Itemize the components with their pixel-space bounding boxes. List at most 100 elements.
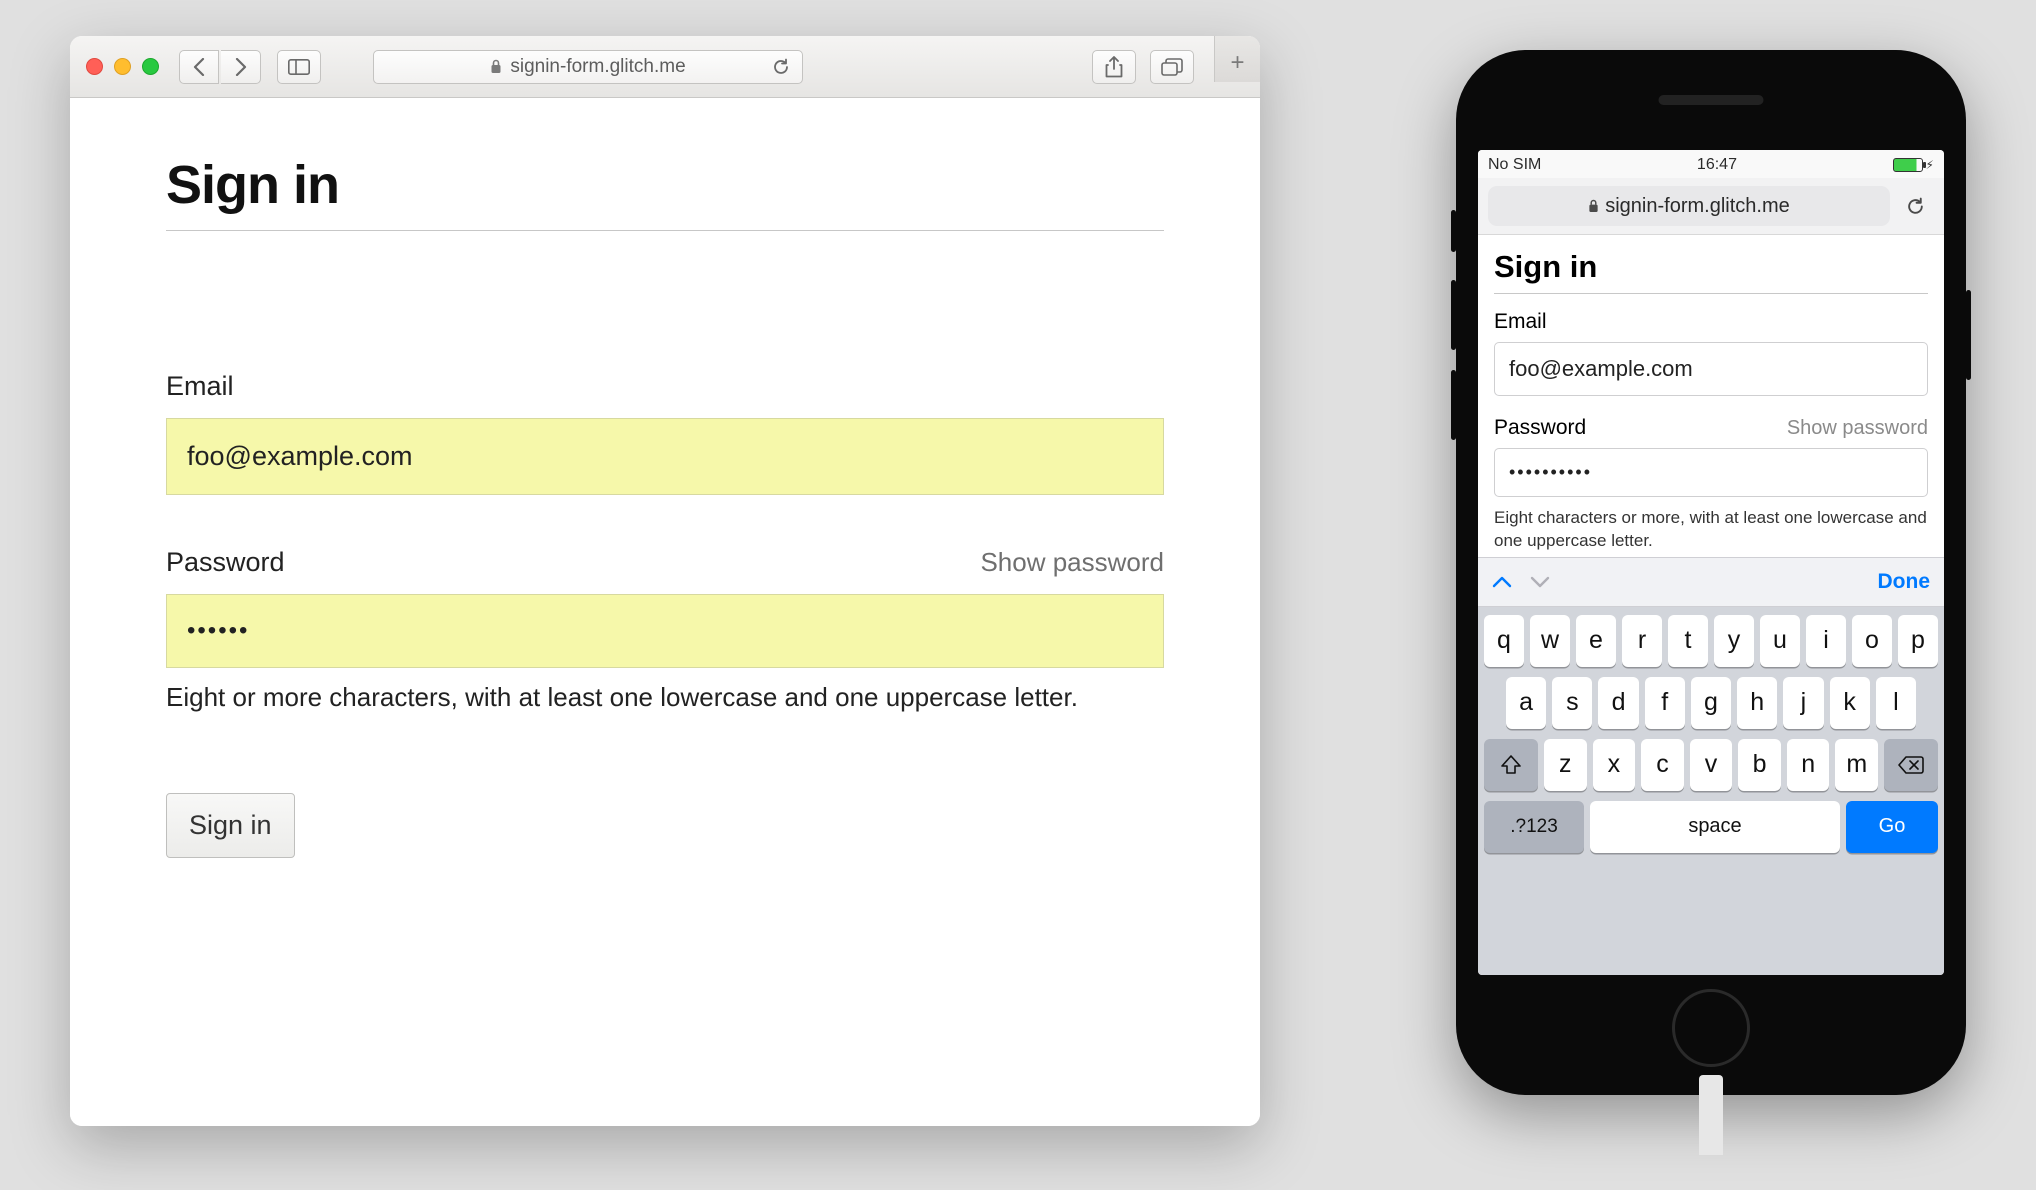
backspace-icon xyxy=(1898,755,1924,775)
key-n[interactable]: n xyxy=(1787,739,1830,791)
ios-url-text: signin-form.glitch.me xyxy=(1605,195,1790,218)
share-button[interactable] xyxy=(1092,50,1136,84)
password-label: Password xyxy=(166,547,285,578)
key-e[interactable]: e xyxy=(1576,615,1616,667)
email-field-group: Email xyxy=(166,371,1164,547)
nav-button-group xyxy=(179,50,261,84)
tabs-button[interactable] xyxy=(1150,50,1194,84)
iphone-device: No SIM 16:47 ⚡︎ signin-form.glitch.me Si… xyxy=(1456,50,1966,1095)
sign-in-button[interactable]: Sign in xyxy=(166,793,295,858)
key-j[interactable]: j xyxy=(1783,677,1823,729)
password-label-row: Password Show password xyxy=(166,547,1164,578)
carrier-label: No SIM xyxy=(1488,156,1541,174)
keyboard-done-button[interactable]: Done xyxy=(1878,570,1931,594)
lightning-cable xyxy=(1699,1075,1723,1155)
key-x[interactable]: x xyxy=(1593,739,1636,791)
ios-keyboard: qwertyuiop asdfghjkl zxcvbnm .?123 space… xyxy=(1478,607,1944,975)
key-v[interactable]: v xyxy=(1690,739,1733,791)
key-q[interactable]: q xyxy=(1484,615,1524,667)
safari-window: signin-form.glitch.me + Sign in Email Pa… xyxy=(70,36,1260,1126)
key-r[interactable]: r xyxy=(1622,615,1662,667)
key-o[interactable]: o xyxy=(1852,615,1892,667)
password-input[interactable] xyxy=(1494,448,1928,497)
key-w[interactable]: w xyxy=(1530,615,1570,667)
key-c[interactable]: c xyxy=(1641,739,1684,791)
space-key[interactable]: space xyxy=(1590,801,1840,853)
chevron-right-icon xyxy=(235,58,247,76)
window-controls xyxy=(86,58,159,75)
reload-icon xyxy=(773,58,790,76)
volume-up-button xyxy=(1451,280,1456,350)
reload-button[interactable] xyxy=(773,58,790,76)
key-i[interactable]: i xyxy=(1806,615,1846,667)
battery-indicator: ⚡︎ xyxy=(1893,158,1934,172)
prev-field-button[interactable] xyxy=(1492,575,1512,589)
chevron-down-icon xyxy=(1530,575,1550,589)
key-a[interactable]: a xyxy=(1506,677,1546,729)
page-title: Sign in xyxy=(1494,249,1928,294)
ios-reload-button[interactable] xyxy=(1898,188,1934,224)
mute-switch xyxy=(1451,210,1456,252)
page-title: Sign in xyxy=(166,154,1164,231)
close-window-button[interactable] xyxy=(86,58,103,75)
key-z[interactable]: z xyxy=(1544,739,1587,791)
lock-icon xyxy=(490,59,502,74)
password-label-row: Password Show password xyxy=(1494,416,1928,440)
go-key[interactable]: Go xyxy=(1846,801,1938,853)
password-label: Password xyxy=(1494,416,1586,440)
key-t[interactable]: t xyxy=(1668,615,1708,667)
address-bar[interactable]: signin-form.glitch.me xyxy=(373,50,803,84)
plus-icon: + xyxy=(1230,49,1244,77)
fullscreen-window-button[interactable] xyxy=(142,58,159,75)
numeric-key[interactable]: .?123 xyxy=(1484,801,1584,853)
safari-toolbar: signin-form.glitch.me + xyxy=(70,36,1260,98)
show-password-toggle[interactable]: Show password xyxy=(1787,417,1928,440)
url-text: signin-form.glitch.me xyxy=(510,56,685,78)
iphone-screen: No SIM 16:47 ⚡︎ signin-form.glitch.me Si… xyxy=(1478,150,1944,975)
reload-icon xyxy=(1907,197,1925,216)
ios-address-bar: signin-form.glitch.me xyxy=(1478,178,1944,235)
password-field-group: Password Show password Eight or more cha… xyxy=(166,547,1164,713)
key-f[interactable]: f xyxy=(1645,677,1685,729)
ios-url-field[interactable]: signin-form.glitch.me xyxy=(1488,186,1890,226)
key-l[interactable]: l xyxy=(1876,677,1916,729)
password-hint: Eight characters or more, with at least … xyxy=(1494,507,1928,553)
key-m[interactable]: m xyxy=(1835,739,1878,791)
shift-icon xyxy=(1500,754,1522,776)
key-k[interactable]: k xyxy=(1830,677,1870,729)
charging-icon: ⚡︎ xyxy=(1926,158,1934,172)
new-tab-button[interactable]: + xyxy=(1214,36,1260,82)
key-g[interactable]: g xyxy=(1691,677,1731,729)
next-field-button[interactable] xyxy=(1530,575,1550,589)
key-y[interactable]: y xyxy=(1714,615,1754,667)
backspace-key[interactable] xyxy=(1884,739,1938,791)
battery-icon xyxy=(1893,158,1923,172)
keyboard-row-3: zxcvbnm xyxy=(1484,739,1938,791)
email-label: Email xyxy=(166,371,1164,402)
page-content: Sign in Email Password Show password Eig… xyxy=(70,98,1260,1126)
share-icon xyxy=(1105,56,1123,78)
volume-down-button xyxy=(1451,370,1456,440)
show-password-toggle[interactable]: Show password xyxy=(980,547,1164,578)
keyboard-row-4: .?123 space Go xyxy=(1484,801,1938,853)
password-input[interactable] xyxy=(166,594,1164,668)
key-h[interactable]: h xyxy=(1737,677,1777,729)
form-nav-arrows xyxy=(1492,575,1550,589)
sidebar-toggle-button[interactable] xyxy=(277,50,321,84)
forward-button[interactable] xyxy=(221,50,261,84)
keyboard-row-2: asdfghjkl xyxy=(1484,677,1938,729)
keyboard-accessory-bar: Done xyxy=(1478,557,1944,607)
key-d[interactable]: d xyxy=(1598,677,1638,729)
back-button[interactable] xyxy=(179,50,219,84)
email-label: Email xyxy=(1494,310,1928,334)
chevron-up-icon xyxy=(1492,575,1512,589)
key-p[interactable]: p xyxy=(1898,615,1938,667)
key-s[interactable]: s xyxy=(1552,677,1592,729)
minimize-window-button[interactable] xyxy=(114,58,131,75)
email-input[interactable] xyxy=(1494,342,1928,396)
power-button xyxy=(1966,290,1971,380)
key-b[interactable]: b xyxy=(1738,739,1781,791)
shift-key[interactable] xyxy=(1484,739,1538,791)
email-input[interactable] xyxy=(166,418,1164,495)
key-u[interactable]: u xyxy=(1760,615,1800,667)
